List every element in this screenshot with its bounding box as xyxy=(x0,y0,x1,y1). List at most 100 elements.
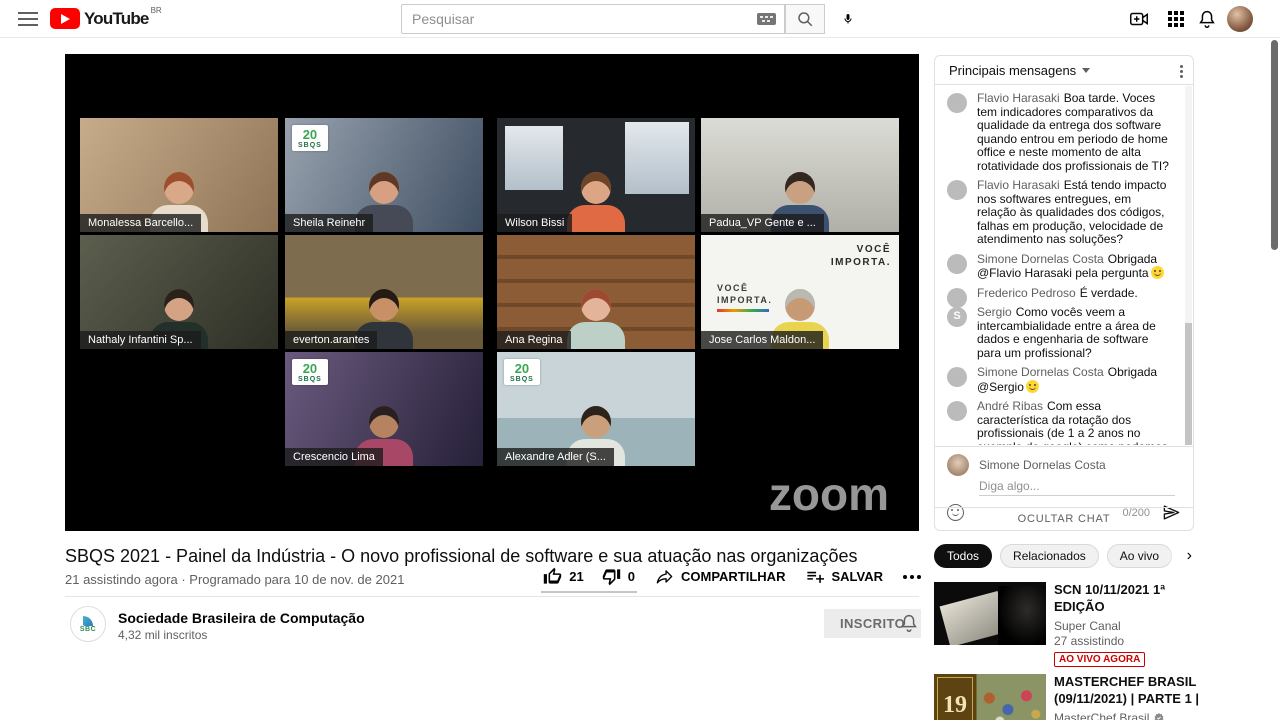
sbqs-logo-years: 20 xyxy=(510,362,534,375)
chat-avatar[interactable] xyxy=(947,254,967,274)
apps-grid-icon[interactable] xyxy=(1168,11,1172,15)
chat-mode-dropdown[interactable]: Principais mensagens xyxy=(949,63,1090,78)
participant-tile: 20 SBQS Crescencio Lima xyxy=(285,352,483,466)
like-button[interactable]: 21 xyxy=(543,567,583,586)
participant-name-label: Wilson Bissi xyxy=(497,214,572,232)
participant-tile: Monalessa Barcello... xyxy=(80,118,278,232)
chat-message: Flavio HarasakiBoa tarde. Voces tem indi… xyxy=(935,92,1185,173)
related-video-card[interactable]: SCN 10/11/2021 1ª EDIÇÃO Super Canal 27 … xyxy=(934,582,1202,667)
sbqs-logo: 20 SBQS xyxy=(292,125,328,151)
video-info: SCN 10/11/2021 1ª EDIÇÃO Super Canal 27 … xyxy=(1054,582,1202,667)
participant-tile: Padua_VP Gente e ... xyxy=(701,118,899,232)
participant-tile: 20 SBQS Sheila Reinehr xyxy=(285,118,483,232)
sbqs-logo-text: SBQS xyxy=(298,142,322,149)
youtube-logo[interactable]: YouTube BR xyxy=(50,8,162,29)
related-video-title[interactable]: MASTERCHEF BRASIL (09/11/2021) | PARTE 1… xyxy=(1054,674,1202,708)
participant-name-label: Alexandre Adler (S... xyxy=(497,448,614,466)
chat-author[interactable]: Sergio xyxy=(977,305,1012,319)
participant-tile: Ana Regina xyxy=(497,235,695,349)
related-channel-name[interactable]: Super Canal xyxy=(1054,619,1121,633)
chat-avatar[interactable] xyxy=(947,93,967,113)
smiley-emoji xyxy=(1026,380,1039,393)
current-user-name: Simone Dornelas Costa xyxy=(979,458,1106,472)
sbqs-logo: 20 SBQS xyxy=(292,359,328,385)
chat-message-input[interactable] xyxy=(979,478,1175,496)
participant-tile: everton.arantes xyxy=(285,235,483,349)
filter-chip[interactable]: Todos xyxy=(934,544,992,568)
related-video-meta: 27 assistindo xyxy=(1054,634,1202,648)
video-actions: 21 0 COMPARTILHAR SALVAR xyxy=(543,567,919,586)
video-player[interactable]: zoom Monalessa Barcello... 20 SBQS Sheil… xyxy=(65,54,919,531)
video-stats: 21 assistindo agora · Programado para 10… xyxy=(65,572,404,587)
channel-name[interactable]: Sociedade Brasileira de Computação xyxy=(118,610,365,626)
share-label: COMPARTILHAR xyxy=(681,569,785,584)
hide-chat-button[interactable]: OCULTAR CHAT xyxy=(935,507,1193,530)
chat-avatar[interactable]: S xyxy=(947,307,967,327)
related-video-card[interactable]: 19 27:49 MASTERCHEF BRASIL (09/11/2021) … xyxy=(934,674,1202,720)
youtube-play-icon xyxy=(50,8,80,29)
chat-message: S SergioComo vocês veem a intercambialid… xyxy=(935,306,1185,360)
like-count: 21 xyxy=(569,569,583,584)
video-thumbnail[interactable]: 19 27:49 xyxy=(934,674,1046,720)
chat-avatar[interactable] xyxy=(947,401,967,421)
filter-chip[interactable]: Ao vivo xyxy=(1107,544,1172,568)
live-chat-panel: Principais mensagens Flavio HarasakiBoa … xyxy=(934,55,1194,531)
chat-author[interactable]: Flavio Harasaki xyxy=(977,91,1060,105)
participant-name-label: Monalessa Barcello... xyxy=(80,214,201,232)
channel-avatar[interactable]: SBC xyxy=(70,606,106,642)
chat-message: Simone Dornelas CostaObrigada @Sergio xyxy=(935,366,1185,394)
chat-author[interactable]: Simone Dornelas Costa xyxy=(977,365,1104,379)
mic-icon xyxy=(842,10,854,28)
thumb-up-icon xyxy=(543,567,562,586)
participant-name-label: Ana Regina xyxy=(497,331,571,349)
save-label: SALVAR xyxy=(831,569,883,584)
search-icon xyxy=(796,10,814,28)
chat-author[interactable]: Frederico Pedroso xyxy=(977,286,1076,300)
search-input[interactable] xyxy=(410,10,757,28)
notifications-bell-icon[interactable] xyxy=(1196,8,1218,30)
chat-scrollbar-thumb[interactable] xyxy=(1185,323,1192,445)
rating-group: 21 0 xyxy=(543,567,635,586)
info-divider xyxy=(65,596,919,597)
channel-bell-icon[interactable] xyxy=(898,612,920,634)
share-button[interactable]: COMPARTILHAR xyxy=(655,567,785,586)
page-scrollbar[interactable] xyxy=(1271,40,1278,250)
mic-button[interactable] xyxy=(836,7,860,31)
chat-avatar[interactable] xyxy=(947,367,967,387)
chat-author[interactable]: André Ribas xyxy=(977,399,1043,413)
chat-text: É verdade. xyxy=(1080,286,1138,300)
participant-tile: Nathaly Infantini Sp... xyxy=(80,235,278,349)
account-avatar[interactable] xyxy=(1227,6,1253,32)
smiley-emoji xyxy=(1151,266,1164,279)
current-user-avatar[interactable] xyxy=(947,454,969,476)
logo-country-code: BR xyxy=(151,6,162,15)
more-actions-icon[interactable] xyxy=(903,575,907,579)
video-info: MASTERCHEF BRASIL (09/11/2021) | PARTE 1… xyxy=(1054,674,1202,720)
participant-name-label: Sheila Reinehr xyxy=(285,214,373,232)
filter-chip[interactable]: Relacionados xyxy=(1000,544,1099,568)
chat-author[interactable]: Flavio Harasaki xyxy=(977,178,1060,192)
chips-next-icon[interactable]: › xyxy=(1168,544,1194,568)
chat-scrollbar-track[interactable] xyxy=(1185,86,1192,445)
chat-author[interactable]: Simone Dornelas Costa xyxy=(977,252,1104,266)
video-thumbnail[interactable] xyxy=(934,582,1046,645)
dislike-count: 0 xyxy=(628,569,635,584)
chat-message-list: Flavio HarasakiBoa tarde. Voces tem indi… xyxy=(935,86,1185,445)
save-button[interactable]: SALVAR xyxy=(805,567,883,586)
chat-mode-label: Principais mensagens xyxy=(949,63,1076,78)
participant-name-label: Padua_VP Gente e ... xyxy=(701,214,824,232)
participant-name-label: Jose Carlos Maldon... xyxy=(701,331,823,349)
menu-icon[interactable] xyxy=(18,12,38,26)
backdrop-text-right: VOCÊ IMPORTA. xyxy=(827,243,891,269)
related-video-title[interactable]: SCN 10/11/2021 1ª EDIÇÃO xyxy=(1054,582,1202,616)
keyboard-icon[interactable] xyxy=(757,13,776,25)
chat-menu-icon[interactable] xyxy=(1180,65,1183,68)
search-button[interactable] xyxy=(785,4,825,34)
related-channel-name[interactable]: MasterChef Brasil xyxy=(1054,711,1149,720)
chat-avatar[interactable] xyxy=(947,288,967,308)
dislike-button[interactable]: 0 xyxy=(602,567,635,586)
create-video-icon[interactable] xyxy=(1128,8,1150,30)
channel-subscribers: 4,32 mil inscritos xyxy=(118,628,207,642)
chat-message: Simone Dornelas CostaObrigada @Flavio Ha… xyxy=(935,253,1185,281)
chat-avatar[interactable] xyxy=(947,180,967,200)
